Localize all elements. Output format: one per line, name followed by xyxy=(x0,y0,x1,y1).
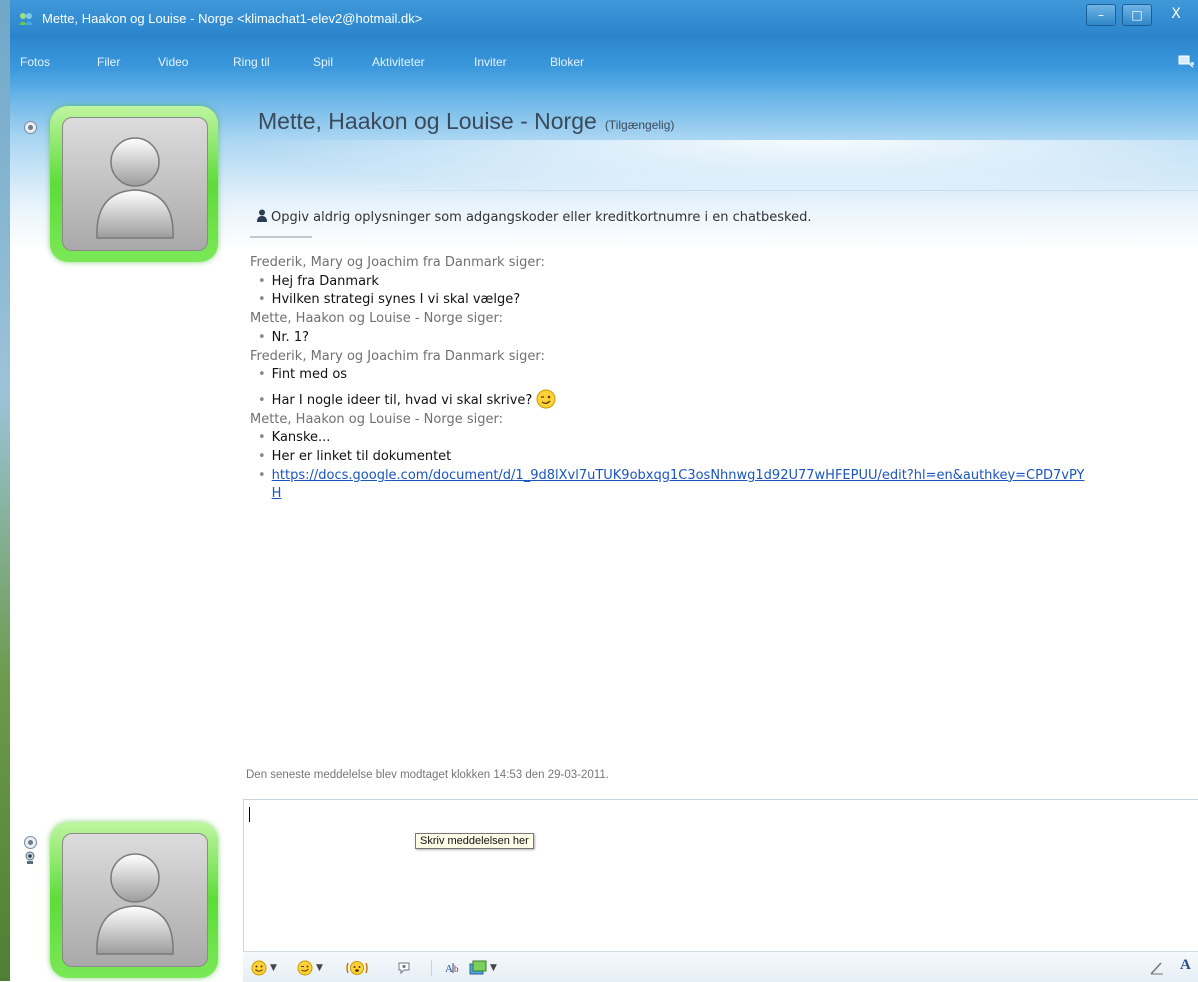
smiley-icon xyxy=(251,960,267,976)
privacy-person-icon xyxy=(257,209,267,222)
font-style-button[interactable]: A b xyxy=(445,959,461,977)
nudge-button[interactable] xyxy=(346,959,368,977)
message-line: • Kanske... xyxy=(258,430,331,446)
message-line: • Hej fra Danmark xyxy=(258,273,379,289)
warning-text: Opgiv aldrig oplysninger som adgangskode… xyxy=(271,210,812,225)
header-divider xyxy=(300,190,1198,191)
security-warning: Opgiv aldrig oplysninger som adgangskode… xyxy=(256,209,811,225)
header-wave xyxy=(240,140,1198,200)
contact-avatar[interactable] xyxy=(50,106,218,262)
maximize-button[interactable]: □ xyxy=(1122,4,1152,26)
message-text: Har I nogle ideer til, hvad vi skal skri… xyxy=(271,392,533,408)
menu-item-filer[interactable]: Filer xyxy=(97,55,120,69)
wink-button[interactable]: ▼ xyxy=(297,959,323,977)
menu-item-video[interactable]: Video xyxy=(158,55,188,69)
message-input[interactable]: Skriv meddelelsen her xyxy=(243,799,1198,953)
menu-bar: Fotos Filer Video Ring til Spil Aktivite… xyxy=(10,38,1198,90)
message-text: Nr. 1? xyxy=(271,329,309,345)
message-line: • Har I nogle ideer til, hvad vi skal skr… xyxy=(250,389,1150,411)
collapse-contact-icon[interactable] xyxy=(24,121,37,134)
message-text: Kanske... xyxy=(271,430,331,446)
message-line: • https://docs.google.com/document/d/1_9d… xyxy=(258,467,1085,502)
minimize-button[interactable]: – xyxy=(1086,4,1116,26)
message-sender: Mette, Haakon og Louise - Norge siger: xyxy=(250,311,503,327)
background-button[interactable]: ▼ xyxy=(469,959,497,977)
messenger-icon xyxy=(19,13,33,25)
message-line: • Fint med os xyxy=(258,367,348,383)
contact-status: (Tilgængelig) xyxy=(604,118,675,132)
own-avatar-picture xyxy=(62,833,208,967)
menu-item-aktiviteter[interactable]: Aktiviteter xyxy=(372,55,425,69)
toolbar-separator xyxy=(431,960,432,976)
contact-header: Mette, Haakon og Louise - Norge (Tilgænge… xyxy=(258,108,674,135)
message-text: Her er linket til dokumentet xyxy=(271,449,452,465)
contact-name: Mette, Haakon og Louise - Norge xyxy=(258,108,597,134)
message-line: • Hvilken strategi synes I vi skal vælge? xyxy=(258,292,521,308)
font-style-icon: A b xyxy=(445,963,459,975)
chevron-down-icon: ▼ xyxy=(490,963,497,973)
message-text: Fint med os xyxy=(271,367,348,383)
wink-icon xyxy=(297,960,313,976)
menu-item-ring-til[interactable]: Ring til xyxy=(233,55,270,69)
own-avatar[interactable] xyxy=(50,822,218,978)
input-tooltip: Skriv meddelelsen her xyxy=(415,833,534,849)
wink-emoticon-icon xyxy=(536,389,556,409)
format-toolbar: ▼ ▼ A b ▼ A xyxy=(243,951,1198,982)
chevron-down-icon: ▼ xyxy=(316,963,323,973)
chevron-down-icon: ▼ xyxy=(270,963,277,973)
handwriting-icon[interactable] xyxy=(1149,960,1165,976)
webcam-icon[interactable] xyxy=(24,851,36,865)
svg-text:b: b xyxy=(454,964,459,974)
menu-item-spil[interactable]: Spil xyxy=(313,55,333,69)
message-sender: Mette, Haakon og Louise - Norge siger: xyxy=(250,411,503,427)
message-line: • Her er linket til dokumentet xyxy=(258,449,452,465)
font-button[interactable]: A xyxy=(1180,957,1191,974)
svg-text:A: A xyxy=(445,963,453,975)
menu-item-fotos[interactable]: Fotos xyxy=(20,55,50,69)
title-bar: Mette, Haakon og Louise - Norge <klimach… xyxy=(10,0,1198,38)
collapse-own-icon[interactable] xyxy=(24,836,37,849)
document-link[interactable]: https://docs.google.com/document/d/1_9d8… xyxy=(272,468,1085,502)
contact-avatar-picture xyxy=(62,117,208,251)
message-text: Hej fra Danmark xyxy=(271,273,379,289)
default-user-icon xyxy=(96,853,174,955)
window-title: Mette, Haakon og Louise - Norge <klimach… xyxy=(42,11,423,26)
message-line: • Nr. 1? xyxy=(258,329,309,345)
menu-item-bloker[interactable]: Bloker xyxy=(550,55,584,69)
text-caret xyxy=(249,807,250,822)
message-text: Hvilken strategi synes I vi skal vælge? xyxy=(271,292,521,308)
conversation-divider xyxy=(250,236,312,238)
message-sender: Frederik, Mary og Joachim fra Danmark si… xyxy=(250,348,545,364)
emoticon-button[interactable]: ▼ xyxy=(251,959,277,977)
close-button[interactable]: X xyxy=(1160,4,1192,24)
default-user-icon xyxy=(96,137,174,239)
message-sender: Frederik, Mary og Joachim fra Danmark si… xyxy=(250,255,545,270)
voice-clip-button[interactable] xyxy=(396,959,412,977)
background-icon xyxy=(469,960,487,975)
menu-options-icon[interactable] xyxy=(1178,54,1194,68)
desktop-edge xyxy=(0,0,10,981)
last-message-info: Den seneste meddelelse blev modtaget klo… xyxy=(246,769,609,781)
menu-item-inviter[interactable]: Inviter xyxy=(474,55,507,69)
conversation-history: Frederik, Mary og Joachim fra Danmark si… xyxy=(250,254,1150,504)
nudge-icon xyxy=(346,961,368,975)
voice-clip-icon xyxy=(398,962,410,975)
